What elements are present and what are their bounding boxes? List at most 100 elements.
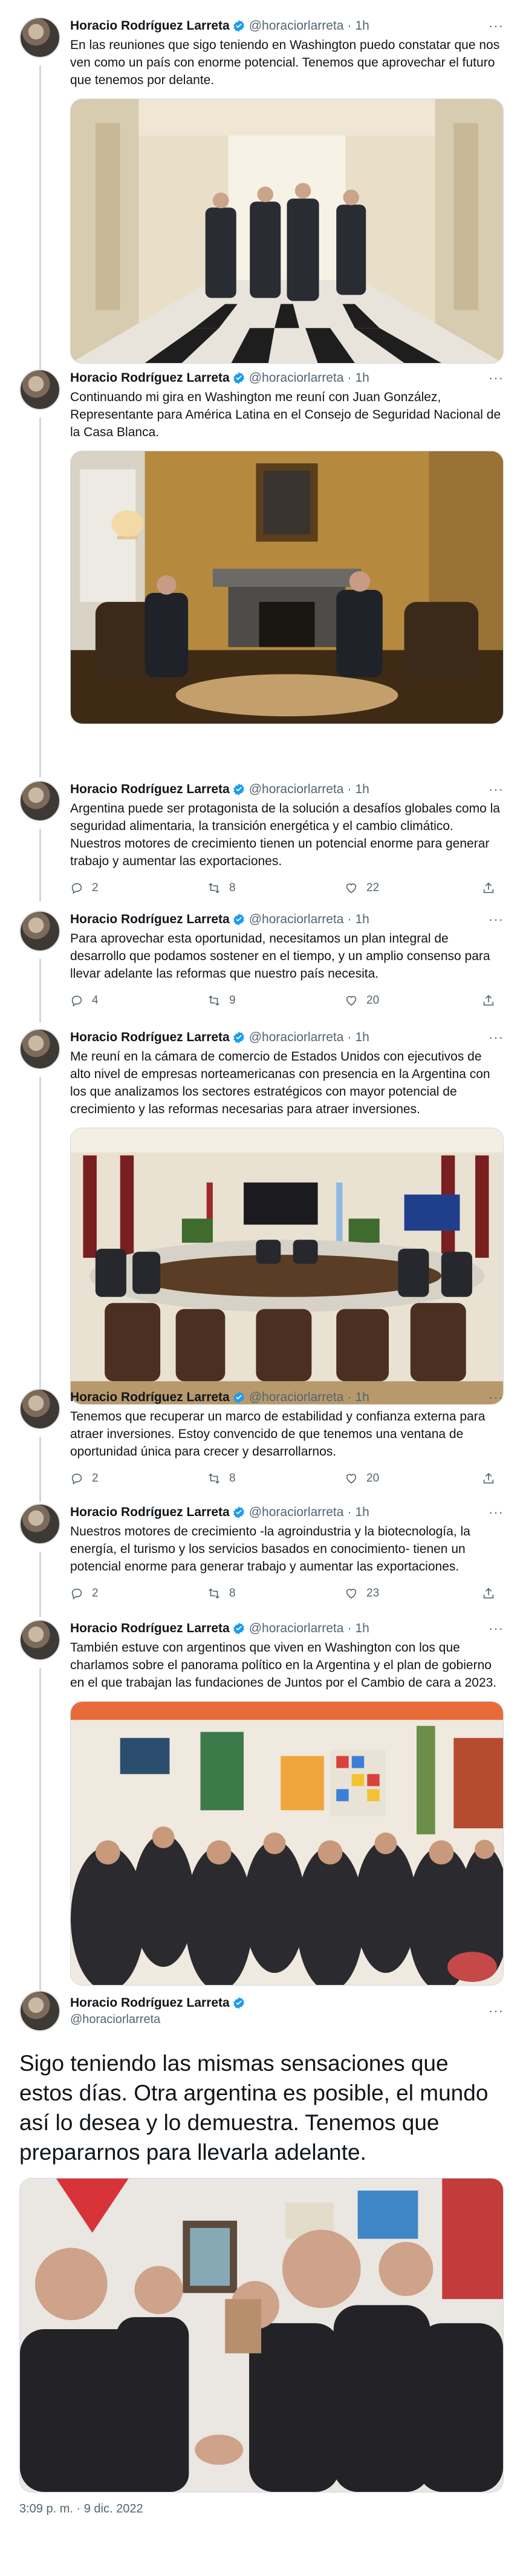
tweet-time[interactable]: 1h — [355, 1621, 369, 1636]
share-button[interactable] — [482, 1472, 504, 1485]
tweet-photo-community-gathering[interactable] — [70, 1701, 504, 1986]
verified-icon — [233, 372, 244, 384]
like-count: 22 — [366, 881, 380, 894]
tweet[interactable]: Horacio Rodríguez Larreta @horaciorlarre… — [0, 17, 523, 374]
retweet-button[interactable]: 9 — [207, 994, 345, 1007]
retweet-icon — [209, 1588, 219, 1599]
main-tweet[interactable]: Horacio Rodríguez Larreta @horaciorlarre… — [0, 1990, 523, 2516]
like-button[interactable]: 23 — [345, 1587, 482, 1600]
tweet-photo-office-meeting[interactable] — [70, 451, 504, 724]
retweet-count: 8 — [229, 1587, 236, 1600]
avatar[interactable] — [19, 369, 60, 410]
author-handle[interactable]: @horaciorlarreta — [249, 371, 344, 385]
tweet-time[interactable]: 1h — [355, 371, 369, 385]
author-name[interactable]: Horacio Rodríguez Larreta — [70, 1996, 230, 2010]
tweet-time[interactable]: 1h — [355, 1030, 369, 1045]
main-tweet-photo[interactable] — [19, 2178, 504, 2493]
tweet[interactable]: Horacio Rodríguez Larreta @horaciorlarre… — [0, 780, 523, 901]
tweet-text: También estuve con argentinos que viven … — [70, 1641, 497, 1690]
like-icon — [346, 1474, 357, 1484]
share-button[interactable] — [482, 1587, 504, 1600]
reply-button[interactable]: 2 — [70, 1587, 207, 1600]
reply-count: 2 — [92, 1472, 99, 1485]
tweet[interactable]: Horacio Rodríguez Larreta @horaciorlarre… — [0, 1388, 523, 1502]
like-count: 20 — [366, 994, 380, 1007]
tweet[interactable]: Horacio Rodríguez Larreta @horaciorlarre… — [0, 1503, 523, 1617]
avatar[interactable] — [19, 17, 60, 58]
reply-button[interactable]: 2 — [70, 881, 207, 895]
like-button[interactable]: 22 — [345, 881, 482, 895]
avatar[interactable] — [19, 780, 60, 822]
share-button[interactable] — [482, 994, 504, 1007]
author-handle[interactable]: @horaciorlarreta — [249, 912, 344, 927]
tweet[interactable]: Horacio Rodríguez Larreta @horaciorlarre… — [0, 1620, 523, 2028]
retweet-button[interactable]: 8 — [207, 1472, 345, 1485]
avatar[interactable] — [19, 1028, 60, 1070]
like-count: 23 — [366, 1587, 380, 1600]
thread-line — [39, 1552, 41, 1617]
more-icon[interactable]: ··· — [489, 1505, 504, 1520]
retweet-button[interactable]: 8 — [207, 881, 345, 895]
tweet-photo-chamber-of-commerce[interactable] — [70, 1128, 504, 1405]
reply-icon — [71, 995, 82, 1007]
like-icon — [346, 996, 357, 1006]
avatar[interactable] — [19, 1503, 60, 1545]
verified-icon — [233, 1391, 244, 1404]
more-icon[interactable]: ··· — [489, 1621, 504, 1636]
more-icon[interactable]: ··· — [489, 370, 504, 386]
tweet[interactable]: Horacio Rodríguez Larreta @horaciorlarre… — [0, 1028, 523, 1425]
avatar[interactable] — [19, 1990, 60, 2032]
separator-dot: · — [347, 371, 352, 385]
author-name[interactable]: Horacio Rodríguez Larreta — [70, 1030, 230, 1045]
like-icon — [346, 1589, 357, 1599]
reply-icon — [71, 1588, 82, 1600]
more-icon[interactable]: ··· — [489, 1390, 504, 1405]
tweet-time[interactable]: 1h — [355, 1390, 369, 1405]
tweet[interactable]: Horacio Rodríguez Larreta @horaciorlarre… — [0, 369, 523, 777]
author-name[interactable]: Horacio Rodríguez Larreta — [70, 1505, 230, 1520]
more-icon[interactable]: ··· — [489, 2003, 504, 2019]
tweet-time[interactable]: 1h — [355, 782, 369, 797]
separator-dot: · — [347, 1030, 352, 1044]
more-icon[interactable]: ··· — [489, 18, 504, 34]
avatar[interactable] — [19, 910, 60, 952]
tweet-timestamp[interactable]: 3:09 p. m. · 9 dic. 2022 — [19, 2502, 504, 2516]
author-handle[interactable]: @horaciorlarreta — [249, 1621, 344, 1636]
avatar[interactable] — [19, 1388, 60, 1430]
verified-icon — [233, 1996, 244, 2009]
author-name[interactable]: Horacio Rodríguez Larreta — [70, 912, 230, 927]
author-name[interactable]: Horacio Rodríguez Larreta — [70, 1390, 230, 1405]
retweet-count: 9 — [229, 994, 236, 1007]
like-button[interactable]: 20 — [345, 1472, 482, 1485]
more-icon[interactable]: ··· — [489, 782, 504, 797]
more-icon[interactable]: ··· — [489, 1030, 504, 1045]
tweet-text: Para aprovechar esta oportunidad, necesi… — [70, 932, 490, 981]
share-icon — [483, 882, 494, 894]
reply-button[interactable]: 2 — [70, 1472, 207, 1485]
avatar[interactable] — [19, 1620, 60, 1661]
like-button[interactable]: 20 — [345, 994, 482, 1007]
reply-count: 2 — [92, 1587, 99, 1600]
author-name[interactable]: Horacio Rodríguez Larreta — [70, 19, 230, 33]
author-handle[interactable]: @horaciorlarreta — [249, 1505, 344, 1520]
retweet-button[interactable]: 8 — [207, 1587, 345, 1600]
author-name[interactable]: Horacio Rodríguez Larreta — [70, 782, 230, 797]
more-icon[interactable]: ··· — [489, 912, 504, 927]
tweet-photo-hallway[interactable] — [70, 99, 504, 364]
tweet-time[interactable]: 1h — [355, 1505, 369, 1520]
tweet-time[interactable]: 1h — [355, 912, 369, 927]
author-name[interactable]: Horacio Rodríguez Larreta — [70, 371, 230, 385]
author-handle[interactable]: @horaciorlarreta — [249, 782, 344, 797]
author-name[interactable]: Horacio Rodríguez Larreta — [70, 1621, 230, 1636]
author-handle[interactable]: @horaciorlarreta — [249, 19, 344, 33]
thread-line — [39, 1437, 41, 1502]
author-handle[interactable]: @horaciorlarreta — [70, 2013, 245, 2027]
tweet-time[interactable]: 1h — [355, 19, 369, 33]
author-handle[interactable]: @horaciorlarreta — [249, 1390, 344, 1405]
reply-button[interactable]: 4 — [70, 994, 207, 1007]
author-handle[interactable]: @horaciorlarreta — [249, 1030, 344, 1045]
separator-dot: · — [347, 1505, 352, 1519]
share-button[interactable] — [482, 881, 504, 895]
retweet-icon — [209, 883, 219, 894]
tweet[interactable]: Horacio Rodríguez Larreta @horaciorlarre… — [0, 910, 523, 1022]
